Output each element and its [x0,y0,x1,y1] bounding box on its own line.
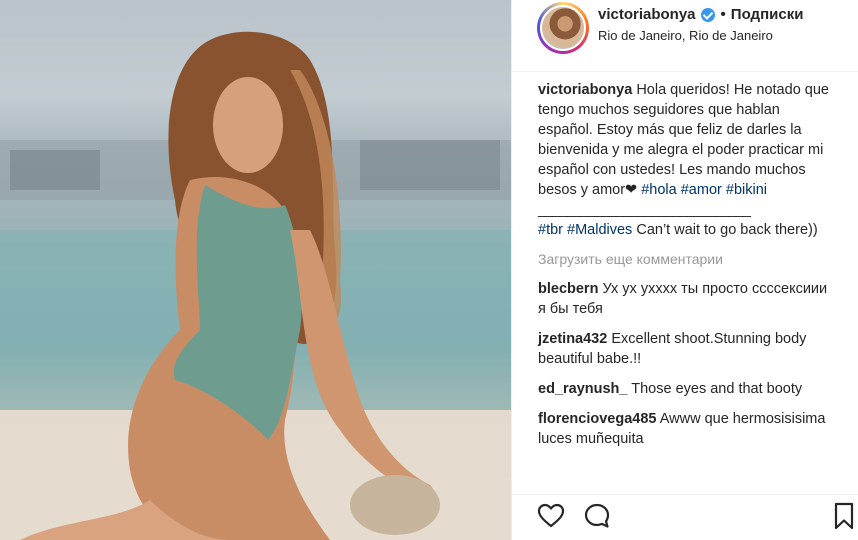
comment-text: Those eyes and that booty [631,381,803,397]
comment: blecbern Ух ух ухххх ты просто ссссексии… [538,279,838,319]
action-bar [512,494,858,540]
separator-dot: • [720,6,726,23]
verified-badge-icon [700,7,715,22]
comment: florenciovega485 Awww que hermosisisima … [538,409,838,449]
comment-username[interactable]: florenciovega485 [538,411,656,427]
save-button[interactable] [829,501,858,531]
hashtag-link[interactable]: #amor [681,182,722,198]
hashtag-link[interactable]: #bikini [726,182,767,198]
header-title-row: victoriabonya • Подписки [598,6,803,23]
follow-button[interactable]: Подписки [731,6,804,23]
hashtag-link[interactable]: #hola [641,182,676,198]
avatar-story-ring[interactable] [537,2,589,54]
comment-username[interactable]: jzetina432 [538,331,607,347]
caption-text: Hola queridos! He notado que tengo mucho… [538,82,829,198]
caption-username[interactable]: victoriabonya [538,82,632,98]
hashtag-link[interactable]: #tbr [538,222,563,238]
comment-icon [584,503,610,528]
location-link[interactable]: Rio de Janeiro, Rio de Janeiro [598,28,773,43]
like-button[interactable] [536,501,566,531]
comment: ed_raynush_ Those eyes and that booty [538,379,838,399]
comment-username[interactable]: blecbern [538,281,598,297]
post-photo-illustration [0,31,511,540]
comment-button[interactable] [582,501,612,531]
caption-continued: #tbr #Maldives Can’t wait to go back the… [538,220,838,240]
load-more-comments-link[interactable]: Загрузить еще комментарии [538,249,838,269]
heart-icon [537,503,565,528]
bookmark-icon [834,502,854,530]
comments-section: victoriabonya Hola queridos! He notado q… [538,80,838,449]
header-username[interactable]: victoriabonya [598,6,696,23]
post-header: victoriabonya • Подписки Rio de Janeiro,… [512,0,858,72]
instagram-post: victoriabonya • Подписки Rio de Janeiro,… [0,0,858,540]
avatar[interactable] [540,5,586,51]
caption-text-2: Can’t wait to go back there)) [632,222,818,238]
post-photo[interactable] [0,0,511,540]
comment: jzetina432 Excellent shoot.Stunning body… [538,329,838,369]
post-side-panel: victoriabonya • Подписки Rio de Janeiro,… [511,0,858,540]
comment-username[interactable]: ed_raynush_ [538,381,627,397]
caption-divider: ______________________________ [538,202,751,218]
hashtag-link[interactable]: #Maldives [567,222,632,238]
caption: victoriabonya Hola queridos! He notado q… [538,80,838,200]
